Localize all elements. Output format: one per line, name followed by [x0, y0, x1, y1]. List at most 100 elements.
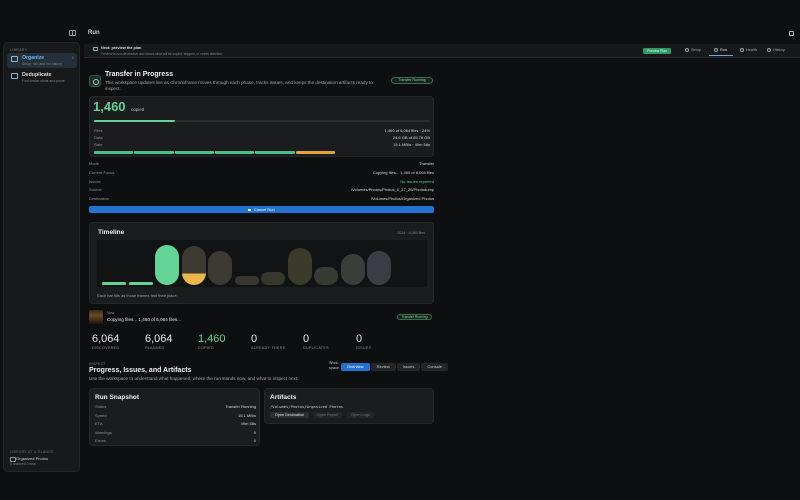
sidebar-item-organize[interactable]: Organize Setup, run, and run history 1 — [7, 53, 77, 68]
progress-bar — [94, 120, 430, 122]
snapshot-row-speed: Speed 15.1 MB/s — [95, 413, 256, 418]
inspect-description: Use the workspace to understand what hap… — [89, 376, 299, 381]
artifacts-path: /Volumes/Photos/Organized Photos — [270, 404, 344, 409]
run-icon — [714, 48, 718, 52]
timeline-bar — [208, 251, 232, 285]
active-tab-indicator — [709, 55, 733, 56]
meta-row-mode: Mode Transfer — [89, 161, 434, 166]
meta-row-focus: Current Focus Copying files... 1,460 of 6… — [89, 170, 434, 175]
status-badge: Transfer Running — [397, 314, 432, 320]
snapshot-row-errors: Errors 0 — [95, 438, 256, 443]
stat-planned: 6,064 PLANNED — [145, 333, 173, 350]
sidebar-section-label: LIBRARY — [10, 48, 28, 52]
inspect-title: Progress, Issues, and Artifacts — [89, 367, 192, 374]
run-snapshot-card: Run Snapshot Status Transfer Running Spee… — [89, 388, 260, 446]
status-badge: Transfer Running — [391, 77, 433, 84]
next-step-bar: Next: preview the plan Preview is non-de… — [84, 44, 800, 58]
run-workspace: Transfer in Progress This workspace upda… — [84, 58, 800, 474]
phase-segment — [174, 151, 214, 154]
deduplicate-icon — [11, 73, 18, 79]
progress-row-rate: Rate 15.1 MB/s · 49m 58s — [94, 142, 430, 147]
open-report-button[interactable]: Open Report — [313, 412, 342, 418]
timeline-chart — [97, 240, 427, 287]
sidebar-item-badge: 1 — [71, 55, 74, 60]
meta-row-issues: Issues No issues reported — [89, 179, 434, 184]
sidebar-item-subtitle: Setup, run, and run history — [22, 61, 62, 66]
progress-row-data: Data 24.6 GB of 65.78 GB — [94, 135, 430, 140]
snapshot-row-warnings: Warnings 0 — [95, 430, 256, 435]
sidebar-item-label: Deduplicate — [22, 72, 52, 78]
stat-issues: 0 ISSUES — [356, 333, 372, 350]
progress-fill — [94, 120, 175, 122]
organize-icon — [11, 56, 18, 62]
inspector-toggle-icon[interactable] — [789, 31, 794, 36]
transfer-icon — [89, 75, 101, 87]
tab-health[interactable]: Health — [740, 48, 757, 52]
library-name: Organized Photos — [10, 456, 76, 462]
timeline-bar — [314, 266, 338, 285]
now-status: Copying files... 1,460 of 6,064 files... — [107, 317, 182, 322]
open-destination-button[interactable]: Open Destination — [270, 412, 309, 418]
setup-icon — [685, 48, 689, 52]
tab-issues[interactable]: Issues — [396, 363, 421, 371]
phase-segment — [94, 151, 134, 154]
page-description: This workspace updates live as Chronofra… — [105, 80, 373, 91]
progress-row-files: Files 1,460 of 6,064 files · 24% — [94, 128, 430, 133]
stat-discovered: 6,064 DISCOVERED — [92, 333, 120, 350]
phase-segment — [255, 151, 295, 154]
window-title: Run — [88, 30, 100, 36]
library-summary: LIBRARY AT A GLANCE Organized Photos 0 a… — [10, 450, 76, 466]
tab-history[interactable]: History — [767, 48, 785, 52]
open-logs-button[interactable]: Open Logs — [347, 412, 374, 418]
timeline-meta: 2014 · 6,064 files — [397, 231, 425, 235]
preview-plan-button[interactable]: Preview Plan — [643, 48, 671, 54]
phase-segment — [134, 151, 174, 154]
library-summary-heading: LIBRARY AT A GLANCE — [10, 450, 54, 454]
snapshot-row-status: Status Transfer Running — [95, 404, 256, 409]
timeline-card: Timeline 2014 · 6,064 files Each bar fil… — [89, 222, 434, 304]
sidebar: LIBRARY Organize Setup, run, and run his… — [3, 42, 80, 472]
inspect-kicker: INSPECT — [89, 362, 106, 366]
phase-segment — [214, 151, 255, 154]
tab-overview[interactable]: Overview — [341, 363, 370, 371]
now-label: Now — [107, 311, 115, 315]
page-title: Transfer in Progress — [105, 71, 174, 78]
artifacts-title: Artifacts — [270, 394, 297, 401]
timeline-bar — [234, 275, 259, 285]
timeline-bar — [181, 246, 206, 285]
hint-icon — [93, 47, 98, 51]
workspace-tabs: Overview Review Issues Console — [341, 363, 449, 371]
tab-console[interactable]: Console — [421, 363, 449, 371]
timeline-bar — [287, 248, 312, 285]
cancel-run-button[interactable]: Cancel Run — [89, 206, 434, 213]
timeline-caption: Each bar fills as those frames find thei… — [97, 293, 178, 298]
sidebar-toggle-icon[interactable] — [69, 30, 76, 36]
snapshot-row-eta: ETA 49m 58s — [95, 421, 256, 426]
tab-setup[interactable]: Setup — [685, 48, 701, 52]
run-snapshot-title: Run Snapshot — [95, 394, 140, 401]
copied-label: copied — [131, 107, 145, 112]
timeline-title: Timeline — [98, 229, 125, 236]
artifacts-card: Artifacts /Volumes/Photos/Organized Phot… — [264, 388, 434, 424]
current-photo-thumbnail — [89, 310, 103, 324]
sidebar-item-deduplicate[interactable]: Deduplicate Find similar shots and prune — [7, 70, 77, 85]
stat-copied: 1,460 COPIED — [198, 333, 226, 350]
sidebar-item-label: Organize — [22, 55, 45, 61]
tab-run[interactable]: Run — [714, 48, 727, 52]
meta-row-source: Source/Volumes/Photos/Photos_6_27_26/Pho… — [89, 187, 434, 192]
hint-title: Next: preview the plan — [101, 46, 142, 50]
hint-subtitle: Preview is non-destructive and shows wha… — [101, 51, 223, 56]
timeline-bar — [128, 281, 153, 285]
copied-count: 1,460 — [93, 99, 126, 114]
timeline-bar — [155, 245, 179, 285]
phase-bar — [94, 151, 335, 154]
stat-already-there: 0 ALREADY THERE — [251, 333, 286, 350]
stat-duplicates: 0 DUPLICATES — [303, 333, 329, 350]
timeline-bar — [102, 281, 126, 285]
tab-review[interactable]: Review — [370, 363, 396, 371]
history-icon — [767, 48, 771, 52]
workspace-label: Work-space — [329, 361, 340, 370]
timeline-bar — [261, 272, 285, 285]
sidebar-item-subtitle: Find similar shots and prune — [22, 78, 65, 83]
health-icon — [740, 48, 744, 52]
